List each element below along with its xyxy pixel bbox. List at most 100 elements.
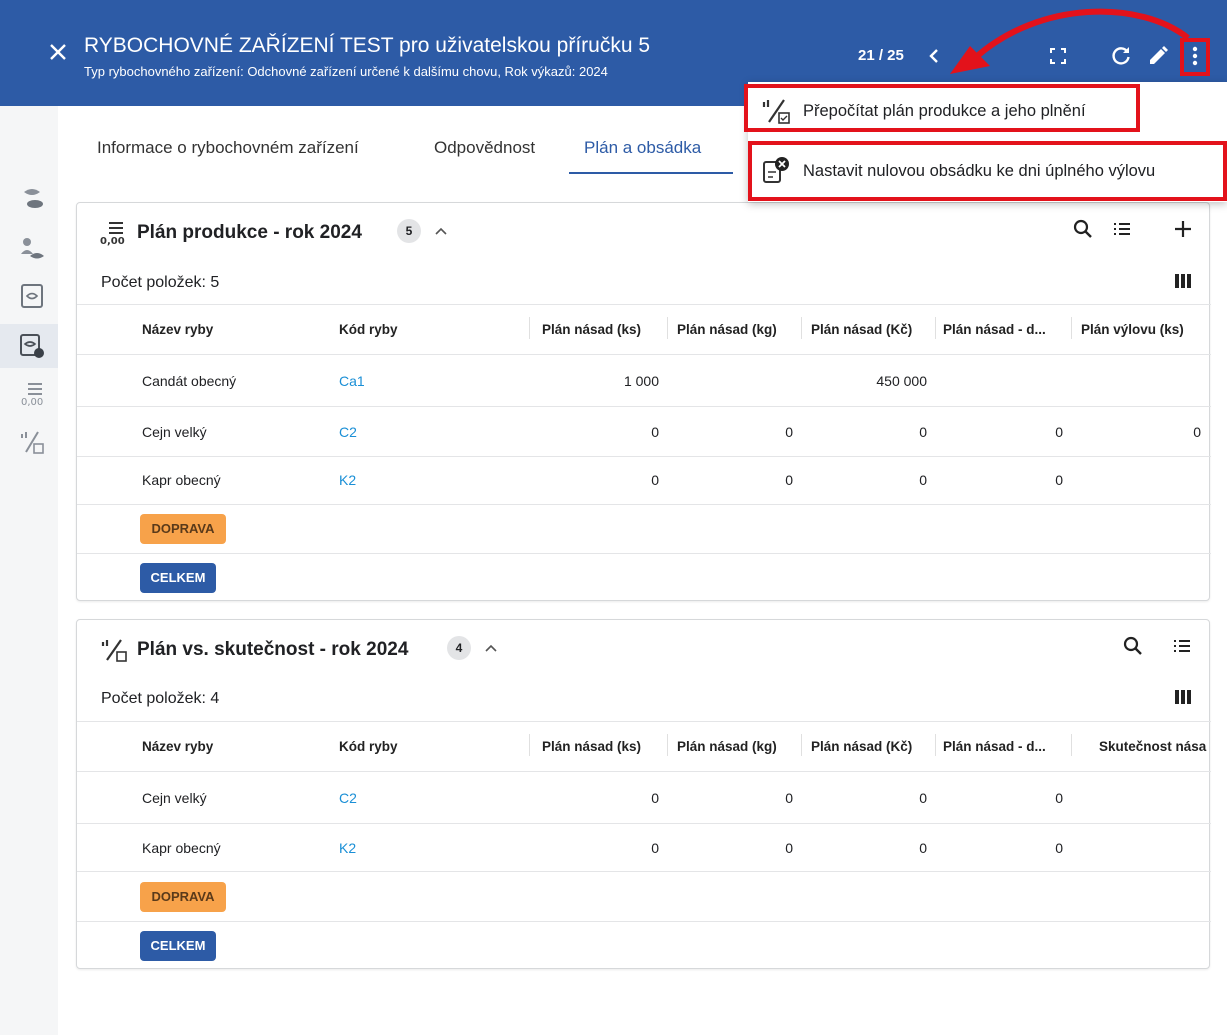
menu-item-highlight <box>748 141 1227 201</box>
fish-facility-icon[interactable] <box>18 184 46 212</box>
page-subtitle: Typ rybochovného zařízení: Odchovné zaří… <box>84 64 608 79</box>
item-count: Počet položek: 5 <box>101 274 220 291</box>
column-header[interactable]: Kód ryby <box>339 739 398 754</box>
column-header[interactable]: Plán násad (kg) <box>677 322 777 337</box>
fish-code-link[interactable]: K2 <box>339 472 356 488</box>
cell-value: 0 <box>785 472 793 488</box>
column-separator <box>667 734 668 756</box>
table-header: Název ryby Kód ryby Plán násad (ks) Plán… <box>77 304 1211 354</box>
tab-plan-stock[interactable]: Plán a obsádka <box>584 138 701 158</box>
list-view-icon[interactable] <box>1170 634 1194 658</box>
column-header[interactable]: Plán násad (Kč) <box>811 739 912 754</box>
column-header[interactable]: Název ryby <box>142 322 213 337</box>
search-icon[interactable] <box>1121 634 1145 658</box>
table-row[interactable]: Kapr obecný K2 0 0 0 0 <box>77 456 1211 504</box>
item-count: Počet položek: 4 <box>101 690 220 707</box>
cell-value: 1 000 <box>623 373 659 389</box>
column-header[interactable]: Plán výlovu (ks) <box>1081 322 1184 337</box>
page-title: RYBOCHOVNÉ ZAŘÍZENÍ TEST pro uživatelsko… <box>84 34 651 57</box>
celkem-badge[interactable]: CELKEM <box>140 563 216 593</box>
fish-name: Kapr obecný <box>142 472 221 488</box>
plan-vs-actual-panel: Plán vs. skutečnost - rok 2024 4 Počet p… <box>76 619 1211 969</box>
active-tab-indicator <box>569 172 733 174</box>
add-icon[interactable] <box>1171 217 1195 241</box>
count-badge: 5 <box>397 219 421 243</box>
cell-value: 0 <box>1193 424 1201 440</box>
cell-value: 0 <box>919 790 927 806</box>
fish-name: Candát obecný <box>142 373 237 389</box>
production-plan-icon[interactable]: 0,00 <box>18 380 46 408</box>
cell-value: 0 <box>651 840 659 856</box>
table-row-celkem: CELKEM <box>77 921 1211 969</box>
table-row[interactable]: Kapr obecný K2 0 0 0 0 <box>77 823 1211 871</box>
column-separator <box>935 734 936 756</box>
svg-text:0,00: 0,00 <box>21 397 43 408</box>
column-separator <box>1071 734 1072 756</box>
fish-code-link[interactable]: C2 <box>339 424 357 440</box>
cell-value: 0 <box>919 424 927 440</box>
table-header: Název ryby Kód ryby Plán násad (ks) Plán… <box>77 721 1211 771</box>
column-separator <box>935 317 936 339</box>
search-icon[interactable] <box>1071 217 1095 241</box>
menu-item-highlight <box>744 84 1140 132</box>
cell-value: 0 <box>651 790 659 806</box>
cell-value: 0 <box>919 840 927 856</box>
column-header[interactable]: Plán násad - d... <box>943 322 1046 337</box>
column-header[interactable]: Plán násad (kg) <box>677 739 777 754</box>
column-header[interactable]: Plán násad - d... <box>943 739 1046 754</box>
cell-value: 0 <box>919 472 927 488</box>
side-rail: 0,00 <box>0 106 58 1035</box>
columns-icon[interactable] <box>1173 271 1193 291</box>
cell-value: 0 <box>1055 840 1063 856</box>
fish-name: Kapr obecný <box>142 840 221 856</box>
table-row-doprava: DOPRAVA <box>77 504 1211 553</box>
celkem-badge[interactable]: CELKEM <box>140 931 216 961</box>
list-view-icon[interactable] <box>1110 217 1134 241</box>
cell-value: 450 000 <box>876 373 927 389</box>
fish-owner-icon[interactable] <box>18 234 46 262</box>
record-pager: 21 / 25 <box>858 47 904 64</box>
doprava-badge[interactable]: DOPRAVA <box>140 514 226 544</box>
cell-value: 0 <box>785 840 793 856</box>
tab-facility-info[interactable]: Informace o rybochovném zařízení <box>97 138 359 158</box>
cell-value: 0 <box>1055 472 1063 488</box>
table-row[interactable]: Cejn velký C2 0 0 0 0 0 <box>77 406 1211 456</box>
doprava-badge[interactable]: DOPRAVA <box>140 882 226 912</box>
svg-text:0,00: 0,00 <box>100 236 125 247</box>
rail-item-active[interactable] <box>0 324 58 368</box>
column-separator <box>801 734 802 756</box>
production-plan-icon: 0,00 <box>100 222 125 247</box>
column-header[interactable]: Název ryby <box>142 739 213 754</box>
table-row[interactable]: Cejn velký C2 0 0 0 0 <box>77 771 1211 823</box>
annotation-arrow <box>950 8 1190 74</box>
fish-name: Cejn velký <box>142 790 207 806</box>
cell-value: 0 <box>785 790 793 806</box>
column-header[interactable]: Kód ryby <box>339 322 398 337</box>
chevron-up-icon[interactable] <box>483 640 499 656</box>
column-separator <box>667 317 668 339</box>
document-fish-icon[interactable] <box>18 282 46 310</box>
column-header[interactable]: Skutečnost nása <box>1099 739 1206 754</box>
column-header[interactable]: Plán násad (Kč) <box>811 322 912 337</box>
chevron-up-icon[interactable] <box>433 223 449 239</box>
cell-value: 0 <box>785 424 793 440</box>
fish-code-link[interactable]: K2 <box>339 840 356 856</box>
table-row[interactable]: Candát obecný Ca1 1 000 450 000 <box>77 354 1211 406</box>
production-plan-panel: 0,00 Plán produkce - rok 2024 5 Počet po… <box>76 202 1211 601</box>
document-stock-icon <box>20 334 44 358</box>
tab-responsibility[interactable]: Odpovědnost <box>434 138 535 158</box>
column-header[interactable]: Plán násad (ks) <box>542 322 641 337</box>
cell-value: 0 <box>651 424 659 440</box>
fish-code-link[interactable]: C2 <box>339 790 357 806</box>
fish-name: Cejn velký <box>142 424 207 440</box>
panel-title: Plán vs. skutečnost - rok 2024 <box>137 639 409 660</box>
column-header[interactable]: Plán násad (ks) <box>542 739 641 754</box>
count-badge: 4 <box>447 636 471 660</box>
close-icon[interactable] <box>46 40 70 64</box>
fish-code-link[interactable]: Ca1 <box>339 373 365 389</box>
columns-icon[interactable] <box>1173 687 1193 707</box>
plan-vs-actual-icon <box>101 639 127 662</box>
column-separator <box>1071 317 1072 339</box>
table-row-doprava: DOPRAVA <box>77 871 1211 921</box>
plan-vs-actual-icon[interactable] <box>18 428 46 456</box>
